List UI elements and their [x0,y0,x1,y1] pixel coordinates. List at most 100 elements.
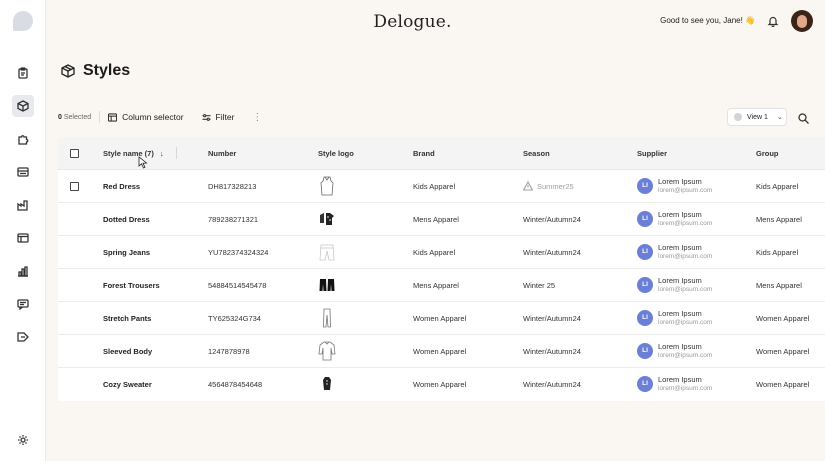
column-header-brand[interactable]: Brand [413,149,435,158]
table-row[interactable]: Stretch Pants TY625324G734 Women Apparel… [58,302,825,335]
table-header: Style name (7) ↓ Number Style logo Brand… [58,137,825,170]
table-row[interactable]: Dotted Dress 789238271321 Mens Apparel W… [58,203,825,236]
brand-cell: Women Apparel [413,314,467,323]
column-header-supplier[interactable]: Supplier [637,149,667,158]
sidebar-item-components[interactable] [12,128,34,150]
brand-cell: Kids Apparel [413,182,456,191]
column-header-season[interactable]: Season [523,149,550,158]
column-header-style-logo[interactable]: Style logo [318,149,354,158]
table-row[interactable]: Spring Jeans YU782374324324 Kids Apparel… [58,236,825,269]
supplier-cell[interactable]: LI Lorem Ipsum lorem@ipsum.com [637,375,712,392]
style-name[interactable]: Dotted Dress [103,215,150,224]
column-header-style-name[interactable]: Style name (7) ↓ [103,149,164,158]
style-name[interactable]: Red Dress [103,182,140,191]
sidebar-item-inbox[interactable] [12,161,34,183]
style-name[interactable]: Sleeved Body [103,347,152,356]
box-icon [17,100,29,112]
sidebar [0,0,46,461]
group-cell: Women Apparel [756,347,810,356]
view-selector[interactable]: View 1 ⌄ [727,108,787,126]
sort-arrow-icon: ↓ [159,149,164,158]
brand-cell: Kids Apparel [413,248,456,257]
table-row[interactable]: Forest Trousers 54884514545478 Mens Appa… [58,269,825,302]
supplier-avatar: LI [637,210,653,227]
season-cell: Winter/Autumn24 [523,215,581,224]
filter-icon [201,113,211,121]
table-row[interactable]: Cozy Sweater 4564878454648 Women Apparel… [58,368,825,401]
supplier-cell[interactable]: LI Lorem Ipsum lorem@ipsum.com [637,210,712,227]
supplier-avatar: LI [637,342,653,359]
sidebar-item-clipboard[interactable] [12,62,34,84]
layout-icon [17,233,29,243]
dress-icon [316,174,338,198]
chevron-down-icon: ⌄ [776,114,783,121]
style-name[interactable]: Spring Jeans [103,248,150,257]
style-number: YU782374324324 [208,248,269,257]
supplier-cell[interactable]: LI Lorem Ipsum lorem@ipsum.com [637,309,712,326]
season-cell: Winter/Autumn24 [523,347,581,356]
factory-icon [17,200,28,211]
sidebar-item-layout[interactable] [12,227,34,249]
search-icon [798,113,809,124]
select-all-checkbox[interactable] [70,149,79,158]
user-avatar[interactable] [791,10,813,32]
puzzle-icon [18,135,29,145]
notifications-button[interactable] [767,14,779,28]
greeting-text: Good to see you, Jane! 👋 [660,16,755,25]
style-name[interactable]: Cozy Sweater [103,380,152,389]
brand-cell: Women Apparel [413,380,467,389]
supplier-avatar: LI [637,243,653,260]
columns-icon [108,112,118,122]
supplier-cell[interactable]: LI Lorem Ipsum lorem@ipsum.com [637,177,712,194]
supplier-cell[interactable]: LI Lorem Ipsum lorem@ipsum.com [637,342,712,359]
group-cell: Mens Apparel [756,215,802,224]
supplier-avatar: LI [637,375,653,392]
season-cell: Summer25 [523,181,574,191]
style-number: 1247878978 [208,347,250,356]
sidebar-item-settings[interactable] [12,429,34,451]
table-row[interactable]: Sleeved Body 1247878978 Women Apparel Wi… [58,335,825,368]
column-selector-button[interactable]: Column selector [108,112,184,122]
sweater-icon [316,372,338,396]
trousers-icon [316,273,338,297]
table-toolbar: 0 Selected Column selector Filter ⋮ [58,108,262,126]
clipboard-icon [18,67,28,79]
sidebar-item-styles[interactable] [12,95,34,117]
brand-cell: Mens Apparel [413,281,459,290]
style-name[interactable]: Forest Trousers [103,281,160,290]
style-number: TY625324G734 [208,314,261,323]
jeans-icon [316,240,338,264]
mouse-cursor [138,156,148,169]
sidebar-item-reports[interactable] [12,260,34,282]
supplier-avatar: LI [637,177,653,194]
group-cell: Mens Apparel [756,281,802,290]
sidebar-item-tags[interactable] [12,326,34,348]
style-name[interactable]: Stretch Pants [103,314,151,323]
message-icon [17,299,29,310]
style-number: 4564878454648 [208,380,263,389]
warning-icon [523,181,533,191]
tag-icon [17,332,29,342]
season-cell: Winter/Autumn24 [523,314,581,323]
group-cell: Women Apparel [756,314,810,323]
brand-cell: Mens Apparel [413,215,459,224]
search-button[interactable] [798,111,810,124]
style-number: 789238271321 [208,215,259,224]
sidebar-item-suppliers[interactable] [12,194,34,216]
supplier-cell[interactable]: LI Lorem Ipsum lorem@ipsum.com [637,243,712,260]
more-options-icon[interactable]: ⋮ [252,112,262,123]
inbox-icon [17,167,29,177]
filter-button[interactable]: Filter [201,112,234,122]
table-row[interactable]: Red Dress DH817328213 Kids Apparel Summe… [58,170,825,203]
column-header-number[interactable]: Number [208,149,236,158]
box-icon [61,64,75,78]
gear-icon [18,435,28,445]
body-icon [316,339,338,363]
dotted-dress-icon [316,207,338,231]
season-cell: Winter 25 [523,281,556,290]
supplier-cell[interactable]: LI Lorem Ipsum lorem@ipsum.com [637,276,712,293]
sidebar-item-messages[interactable] [12,293,34,315]
view-color-dot [734,113,742,121]
column-header-group[interactable]: Group [756,149,779,158]
row-checkbox[interactable] [70,182,79,191]
